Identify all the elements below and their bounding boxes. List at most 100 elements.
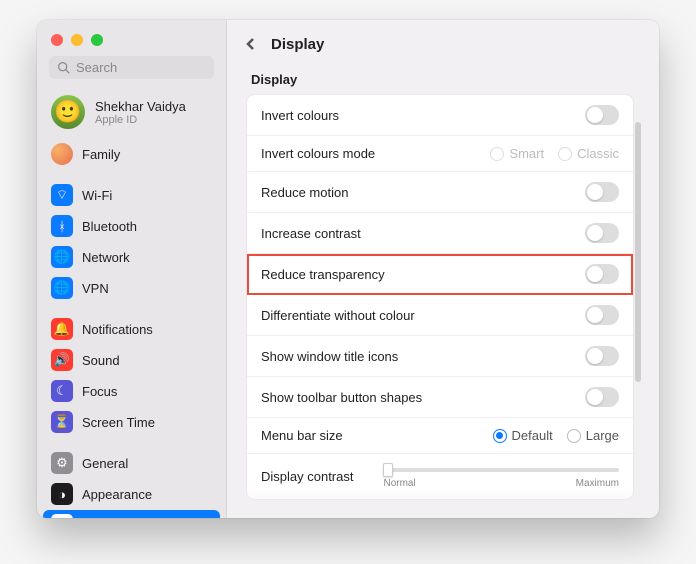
row-diff-colour: Differentiate without colour	[247, 295, 633, 336]
sidebar-item-general[interactable]: ⚙ General	[43, 448, 220, 478]
radio-label: Classic	[577, 146, 619, 161]
search-placeholder: Search	[76, 60, 117, 75]
radio-dot	[490, 147, 504, 161]
sidebar-item-focus[interactable]: ☾ Focus	[43, 376, 220, 406]
page-title: Display	[271, 36, 324, 53]
screentime-icon: ⏳	[51, 411, 73, 433]
slider-max-label: Maximum	[576, 478, 619, 489]
zoom-window[interactable]	[91, 34, 103, 46]
avatar: 🙂	[51, 95, 85, 129]
row-display-contrast: Display contrast Normal Maximum	[247, 454, 633, 499]
appearance-icon: ◑	[51, 483, 73, 505]
sidebar-item-label: Network	[82, 250, 130, 265]
section-title-pointer: Pointer	[251, 517, 633, 518]
row-invert-colours: Invert colours	[247, 95, 633, 136]
wifi-icon: ⌔	[51, 184, 73, 206]
family-icon	[51, 143, 73, 165]
radio-dot	[567, 429, 581, 443]
radio-large[interactable]: Large	[567, 428, 619, 443]
sidebar-item-label: VPN	[82, 281, 109, 296]
radio-label: Large	[586, 428, 619, 443]
sidebar-item-label: Appearance	[82, 487, 152, 502]
gear-icon: ⚙	[51, 452, 73, 474]
close-window[interactable]	[51, 34, 63, 46]
sidebar-item-notifications[interactable]: 🔔 Notifications	[43, 314, 220, 344]
network-icon: 🌐	[51, 246, 73, 268]
traffic-lights	[37, 20, 226, 56]
sidebar-item-vpn[interactable]: 🌐 VPN	[43, 273, 220, 303]
row-label: Invert colours	[261, 108, 339, 123]
sidebar-item-label: Notifications	[82, 322, 153, 337]
sidebar-item-sound[interactable]: 🔊 Sound	[43, 345, 220, 375]
row-increase-contrast: Increase contrast	[247, 213, 633, 254]
row-reduce-transparency: Reduce transparency	[247, 254, 633, 295]
sidebar-item-screentime[interactable]: ⏳ Screen Time	[43, 407, 220, 437]
sound-icon: 🔊	[51, 349, 73, 371]
back-button[interactable]	[241, 34, 261, 54]
radio-label: Smart	[509, 146, 544, 161]
toggle-reduce-motion[interactable]	[585, 182, 619, 202]
minimize-window[interactable]	[71, 34, 83, 46]
row-reduce-motion: Reduce motion	[247, 172, 633, 213]
sidebar-item-appearance[interactable]: ◑ Appearance	[43, 479, 220, 509]
chevron-left-icon	[245, 38, 257, 50]
sidebar-item-label: Family	[82, 147, 120, 162]
radio-smart: Smart	[490, 146, 544, 161]
row-label: Show window title icons	[261, 349, 398, 364]
slider-min-label: Normal	[383, 478, 415, 489]
toggle-reduce-transparency[interactable]	[585, 264, 619, 284]
focus-icon: ☾	[51, 380, 73, 402]
row-invert-mode: Invert colours mode Smart Classic	[247, 136, 633, 172]
radio-classic: Classic	[558, 146, 619, 161]
sidebar-item-bluetooth[interactable]: ᚼ Bluetooth	[43, 211, 220, 241]
row-label: Display contrast	[261, 469, 353, 484]
content: Display Display Invert colours Invert co…	[227, 20, 659, 518]
row-toolbar-shapes: Show toolbar button shapes	[247, 377, 633, 418]
search-icon	[57, 61, 70, 74]
account-name: Shekhar Vaidya	[95, 99, 186, 114]
radio-label: Default	[512, 428, 553, 443]
row-label: Reduce transparency	[261, 267, 385, 282]
search-input[interactable]: Search	[49, 56, 214, 79]
sidebar-item-accessibility[interactable]: ☻ Accessibility	[43, 510, 220, 518]
topbar: Display	[227, 20, 659, 62]
bluetooth-icon: ᚼ	[51, 215, 73, 237]
row-label: Invert colours mode	[261, 146, 375, 161]
toggle-diff-colour[interactable]	[585, 305, 619, 325]
sidebar-item-label: General	[82, 456, 128, 471]
toggle-invert-colours[interactable]	[585, 105, 619, 125]
section-title-display: Display	[251, 72, 633, 87]
sidebar-item-network[interactable]: 🌐 Network	[43, 242, 220, 272]
contrast-slider[interactable]	[383, 468, 619, 472]
sidebar-item-label: Screen Time	[82, 415, 155, 430]
row-label: Menu bar size	[261, 428, 343, 443]
sidebar-item-label: Wi-Fi	[82, 188, 112, 203]
row-label: Increase contrast	[261, 226, 361, 241]
bell-icon: 🔔	[51, 318, 73, 340]
display-card: Invert colours Invert colours mode Smart…	[247, 95, 633, 499]
sidebar: Search 🙂 Shekhar Vaidya Apple ID Family …	[37, 20, 227, 518]
toggle-toolbar-shapes[interactable]	[585, 387, 619, 407]
slider-knob[interactable]	[383, 463, 393, 477]
sidebar-item-label: Bluetooth	[82, 219, 137, 234]
vpn-icon: 🌐	[51, 277, 73, 299]
radio-dot	[558, 147, 572, 161]
toggle-title-icons[interactable]	[585, 346, 619, 366]
row-label: Reduce motion	[261, 185, 348, 200]
sidebar-item-wifi[interactable]: ⌔ Wi-Fi	[43, 180, 220, 210]
row-label: Show toolbar button shapes	[261, 390, 422, 405]
apple-id-row[interactable]: 🙂 Shekhar Vaidya Apple ID	[37, 89, 226, 139]
row-menubar-size: Menu bar size Default Large	[247, 418, 633, 454]
sidebar-nav: Family ⌔ Wi-Fi ᚼ Bluetooth 🌐 Network 🌐 V…	[37, 139, 226, 518]
sidebar-item-label: Focus	[82, 384, 117, 399]
scrollbar[interactable]	[635, 122, 641, 382]
radio-default[interactable]: Default	[493, 428, 553, 443]
account-sub: Apple ID	[95, 114, 186, 126]
sidebar-item-family[interactable]: Family	[43, 139, 220, 169]
row-title-icons: Show window title icons	[247, 336, 633, 377]
radio-dot	[493, 429, 507, 443]
content-scroll[interactable]: Display Invert colours Invert colours mo…	[227, 62, 659, 518]
toggle-increase-contrast[interactable]	[585, 223, 619, 243]
row-label: Differentiate without colour	[261, 308, 415, 323]
accessibility-icon: ☻	[51, 514, 73, 518]
